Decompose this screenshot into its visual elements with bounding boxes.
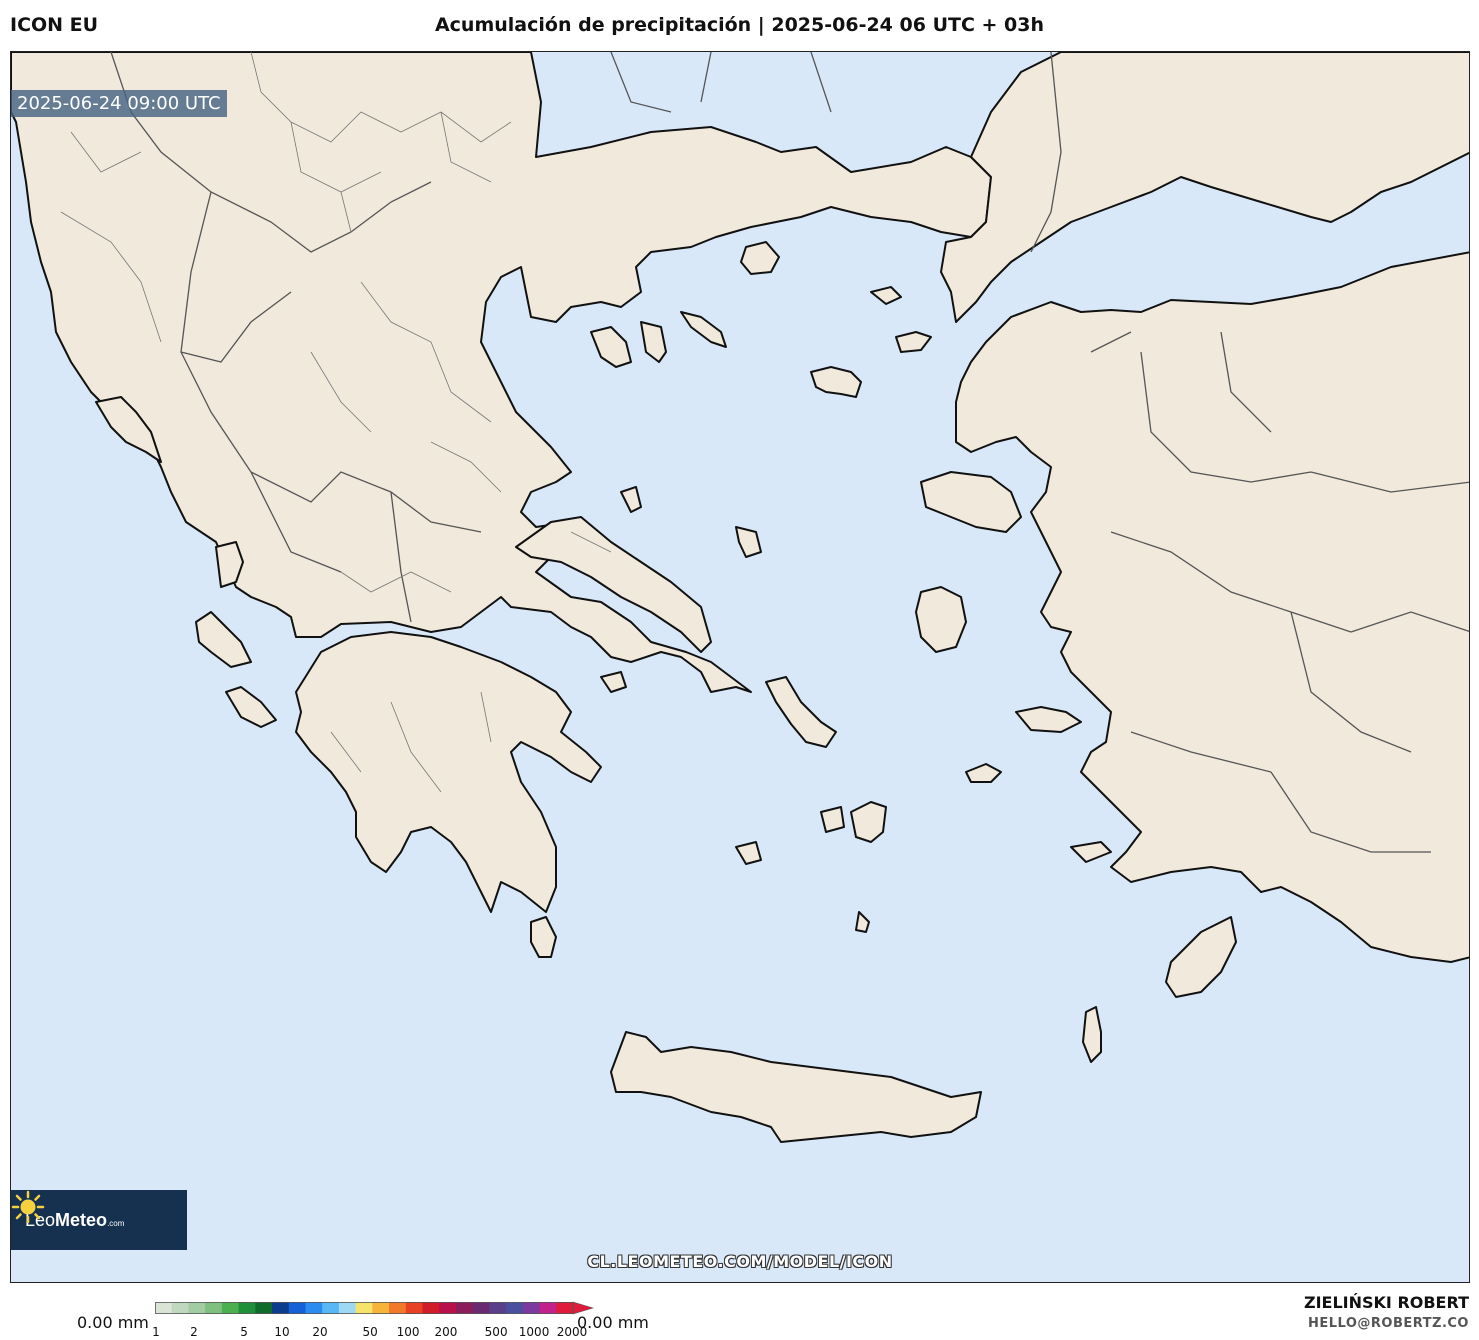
samothrace — [870, 286, 902, 305]
paros — [820, 806, 845, 833]
andros — [765, 676, 837, 748]
legend-swatch — [405, 1302, 424, 1314]
legend-swatch — [205, 1302, 223, 1314]
author-email[interactable]: HELLO@ROBERTZ.CO — [1308, 1316, 1469, 1331]
legend-swatch — [188, 1302, 206, 1314]
legend-swatch — [355, 1302, 373, 1314]
karpathos — [1082, 1006, 1102, 1063]
legend-swatch — [272, 1302, 290, 1314]
legend-swatch — [506, 1302, 524, 1314]
legend-max-label: 0.00 mm — [577, 1313, 649, 1332]
legend-tick-label: 1 — [152, 1325, 160, 1339]
author-name: ZIELIŃSKI ROBERT — [1303, 1293, 1469, 1312]
lemnos — [810, 366, 862, 398]
naxos — [850, 801, 887, 843]
kos — [1070, 841, 1112, 863]
legend-swatch — [389, 1302, 407, 1314]
skiathos-skopelos — [620, 486, 642, 513]
legend-tick-label: 2 — [190, 1325, 198, 1339]
legend-swatch — [455, 1302, 474, 1314]
lesbos — [920, 471, 1022, 533]
sithonia — [640, 321, 667, 363]
legend-tick-label: 200 — [434, 1325, 458, 1339]
valid-time-badge: 2025-06-24 09:00 UTC — [11, 90, 227, 117]
milos — [735, 841, 762, 865]
legend-swatch — [522, 1302, 541, 1314]
legend-swatch — [322, 1302, 340, 1314]
legend-swatch — [372, 1302, 390, 1314]
sun-icon — [11, 1190, 45, 1224]
anatolia — [955, 251, 1469, 963]
rhodes — [1165, 916, 1237, 998]
samos — [1015, 706, 1082, 733]
legend-swatch — [171, 1302, 189, 1314]
thasos — [740, 241, 780, 275]
legend-swatch — [439, 1302, 457, 1314]
legend-swatch — [556, 1302, 574, 1314]
legend-swatch — [422, 1302, 440, 1314]
imbros — [895, 331, 932, 353]
kefalonia — [195, 611, 252, 668]
legend-tick-label: 10 — [274, 1325, 290, 1339]
legend-swatch — [305, 1302, 323, 1314]
kassandra — [590, 326, 632, 368]
leometeo-logo: LeoMeteo.com — [11, 1190, 187, 1250]
legend-tick-label: 1000 — [518, 1325, 550, 1339]
salamina-aegina — [600, 671, 627, 693]
legend-min-label: 0.00 mm — [77, 1313, 149, 1332]
legend-swatch — [255, 1302, 273, 1314]
kythira — [530, 916, 557, 958]
legend-tick-label: 500 — [484, 1325, 508, 1339]
legend-swatch — [155, 1302, 173, 1314]
legend-swatch — [539, 1302, 557, 1314]
legend-swatch — [221, 1302, 240, 1314]
logo-name-bold: Meteo — [55, 1209, 108, 1230]
map-canvas — [11, 52, 1469, 1143]
ikaria — [965, 763, 1002, 783]
legend-tick-label: 20 — [312, 1325, 328, 1339]
source-url: CL.LEOMETEO.COM/MODEL/ICON — [587, 1252, 893, 1271]
santorini — [855, 911, 870, 933]
athos — [680, 311, 727, 348]
map-frame[interactable]: 2025-06-24 09:00 UTC LeoMeteo.com CL.LEO… — [10, 51, 1470, 1283]
crete — [610, 1031, 982, 1143]
legend-swatch — [489, 1302, 507, 1314]
skyros — [735, 526, 762, 558]
chart-title: Acumulación de precipitación | 2025-06-2… — [434, 14, 1045, 36]
legend-swatch — [472, 1302, 490, 1314]
legend-tick-label: 100 — [396, 1325, 420, 1339]
legend-tick-label: 50 — [362, 1325, 378, 1339]
legend-swatch — [238, 1302, 256, 1314]
chios — [915, 586, 967, 653]
zakynthos — [225, 686, 277, 728]
logo-suffix: .com — [107, 1218, 125, 1228]
legend-swatches — [155, 1302, 574, 1314]
legend-colorbar — [155, 1301, 595, 1315]
legend-swatch — [338, 1302, 357, 1314]
legend-tick-label: 5 — [240, 1325, 248, 1339]
legend-swatch — [288, 1302, 306, 1314]
peloponnese — [295, 631, 602, 913]
